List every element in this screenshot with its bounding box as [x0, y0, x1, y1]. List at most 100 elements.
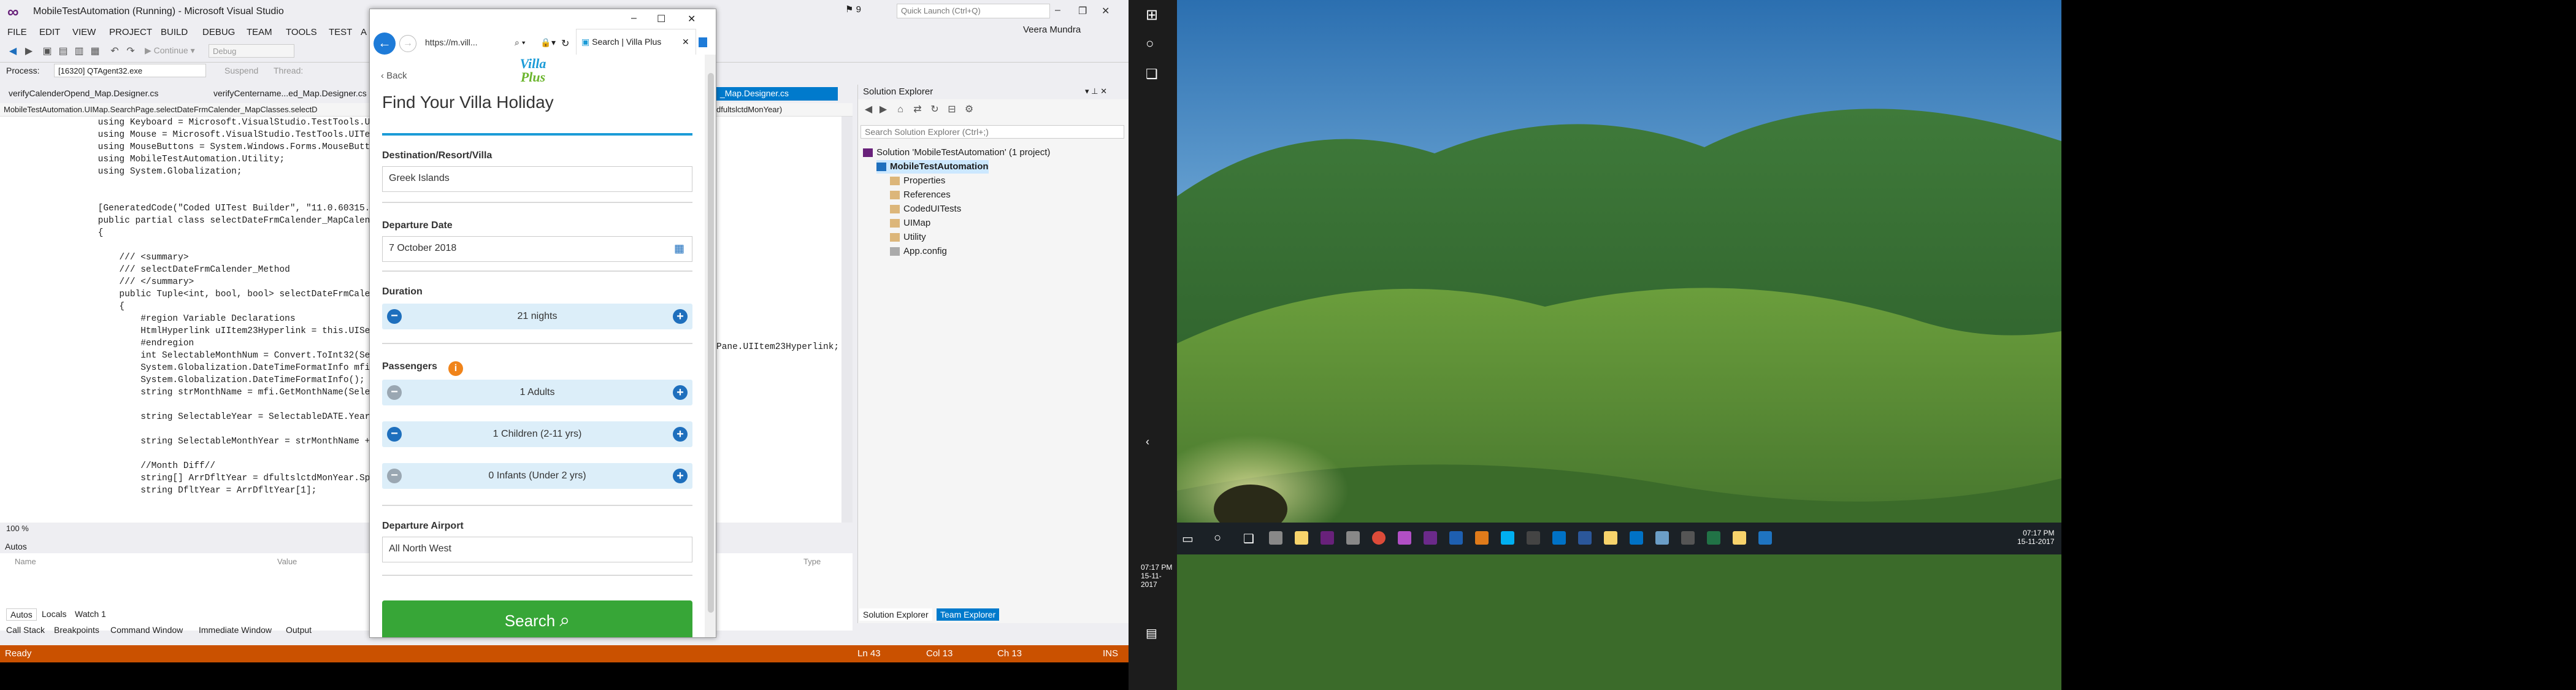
tree-item[interactable]: App.config [890, 245, 947, 258]
show-hidden-icons-icon[interactable]: ‹ [1146, 435, 1149, 448]
col-name[interactable]: Name [15, 557, 36, 566]
pin-icon[interactable]: ▾ ⊥ ✕ [1085, 86, 1107, 96]
taskbar-app-3-icon[interactable] [1398, 531, 1411, 545]
browser-minimize-icon[interactable]: – [631, 13, 637, 24]
page-scrollbar[interactable] [705, 55, 716, 637]
refresh-icon[interactable]: ↻ [561, 37, 569, 50]
browser-close-icon[interactable]: ✕ [688, 13, 696, 25]
tab-call-stack[interactable]: Call Stack [2, 624, 48, 635]
start-windows-icon[interactable]: ⊞ [1146, 6, 1158, 24]
configuration-dropdown[interactable]: Debug [209, 44, 294, 58]
browser-back-icon[interactable]: ← [374, 33, 396, 55]
tab-autos[interactable]: Autos [6, 608, 37, 621]
calendar-icon[interactable]: ▦ [674, 242, 684, 255]
clock-small[interactable]: 07:17 PM 15-11-2017 [1141, 563, 1177, 589]
children-stepper[interactable]: 1 Children (2-11 yrs) − + [382, 421, 692, 447]
new-tab-icon[interactable] [699, 37, 707, 47]
tree-item[interactable]: UIMap [890, 217, 930, 230]
menu-project[interactable]: PROJECT [109, 27, 152, 37]
airport-input[interactable]: All North West [382, 537, 692, 562]
sync-icon[interactable]: ⇄ [911, 103, 924, 117]
taskbar-word-icon[interactable] [1578, 531, 1592, 545]
taskbar-visual-studio-icon[interactable] [1321, 531, 1334, 545]
task-view-icon[interactable]: ❑ [1146, 66, 1158, 82]
adults-plus-button[interactable]: + [673, 385, 688, 400]
tree-item[interactable]: CodedUITests [890, 202, 961, 216]
tree-item[interactable]: Utility [890, 231, 926, 244]
tab-verify-centername[interactable]: verifyCentername...ed_Map.Designer.cs [209, 87, 372, 101]
taskbar-app-9-icon[interactable] [1655, 531, 1669, 545]
taskbar-skype-icon[interactable] [1501, 531, 1514, 545]
menu-architecture[interactable]: A [361, 27, 367, 37]
nav-forward-icon[interactable]: ▶ [22, 45, 36, 58]
taskbar-app-5-icon[interactable] [1449, 531, 1463, 545]
menu-debug[interactable]: DEBUG [202, 27, 235, 37]
taskbar-app-6-icon[interactable] [1475, 531, 1489, 545]
menu-test[interactable]: TEST [329, 27, 352, 37]
menu-edit[interactable]: EDIT [39, 27, 60, 37]
refresh-icon[interactable]: ↻ [928, 103, 941, 117]
infants-minus-button[interactable]: − [387, 469, 402, 483]
redo-icon[interactable]: ↷ [124, 45, 137, 58]
tab-output[interactable]: Output [282, 624, 315, 635]
browser-maximize-icon[interactable]: ☐ [657, 13, 665, 25]
search-button[interactable]: Search ⌕ [382, 600, 692, 637]
tab-close-icon[interactable]: ✕ [682, 37, 689, 47]
tree-item[interactable]: Properties [890, 174, 945, 188]
properties-icon[interactable]: ⚙ [962, 103, 976, 117]
tree-item[interactable]: MobileTestAutomation [876, 160, 989, 174]
taskbar-folder-icon[interactable] [1295, 531, 1308, 545]
adults-stepper[interactable]: 1 Adults − + [382, 380, 692, 405]
taskbar-folder-2-icon[interactable] [1604, 531, 1617, 545]
taskbar-app-8-icon[interactable] [1630, 531, 1643, 545]
taskbar-app-1-icon[interactable] [1269, 531, 1282, 545]
tab-immediate-window[interactable]: Immediate Window [195, 624, 275, 635]
scrollbar-thumb[interactable] [708, 73, 714, 613]
children-minus-button[interactable]: − [387, 427, 402, 442]
duration-stepper[interactable]: 21 nights − + [382, 304, 692, 329]
certificate-dropdown-icon[interactable]: ▾ [551, 37, 556, 48]
back-icon[interactable]: ◀ [862, 103, 875, 117]
destination-input[interactable]: Greek Islands [382, 166, 692, 192]
menu-team[interactable]: TEAM [247, 27, 272, 37]
tab-verify-calender[interactable]: verifyCalenderOpend_Map.Designer.cs [4, 87, 163, 101]
clock[interactable]: 07:17 PM 15-11-2017 [2017, 529, 2055, 546]
restore-icon[interactable]: ❐ [1078, 5, 1087, 17]
new-project-icon[interactable]: ▣ [40, 45, 54, 58]
adults-minus-button[interactable]: − [387, 385, 402, 400]
undo-icon[interactable]: ↶ [108, 45, 121, 58]
taskbar-app-4-icon[interactable] [1424, 531, 1437, 545]
taskbar-app-2-icon[interactable] [1346, 531, 1360, 545]
tab-locals[interactable]: Locals [38, 608, 70, 619]
taskbar-chrome-icon[interactable] [1372, 531, 1386, 545]
quick-launch-input[interactable]: Quick Launch (Ctrl+Q) [897, 4, 1050, 18]
browser-tab[interactable]: ▣ Search | Villa Plus ✕ [576, 29, 696, 55]
menu-build[interactable]: BUILD [161, 27, 188, 37]
process-dropdown[interactable]: [16320] QTAgent32.exe [54, 64, 206, 77]
tab-active-designer[interactable]: _Map.Designer.cs [715, 87, 838, 101]
editor-scrollbar[interactable] [841, 117, 853, 523]
children-plus-button[interactable]: + [673, 427, 688, 442]
cortana-icon[interactable]: ○ [1146, 36, 1154, 52]
browser-forward-icon[interactable]: → [399, 35, 416, 52]
forward-icon[interactable]: ▶ [876, 103, 890, 117]
action-center-icon[interactable]: ▤ [1146, 626, 1157, 641]
nav-back-icon[interactable]: ◀ [6, 45, 20, 58]
continue-button[interactable]: ▶ Continue ▾ [145, 45, 195, 56]
lock-icon[interactable]: 🔒 [540, 37, 551, 48]
menu-file[interactable]: FILE [7, 27, 27, 37]
search-icon-addr[interactable]: ⌕ ▾ [515, 37, 526, 48]
taskbar-folder-3-icon[interactable] [1733, 531, 1746, 545]
taskbar-app-10-icon[interactable] [1681, 531, 1695, 545]
col-value[interactable]: Value [277, 557, 297, 566]
search-icon[interactable]: ○ [1214, 531, 1221, 545]
save-icon[interactable]: ▥ [72, 45, 86, 58]
notification-flag-icon[interactable]: ⚑ 9 [845, 4, 861, 15]
close-icon[interactable]: ✕ [1102, 5, 1110, 17]
villa-plus-logo[interactable]: Villa Plus [515, 57, 551, 91]
tree-item[interactable]: Solution 'MobileTestAutomation' (1 proje… [863, 146, 1050, 159]
zoom-level[interactable]: 100 % [6, 524, 29, 533]
task-view-icon-2[interactable]: ❑ [1243, 531, 1254, 546]
duration-plus-button[interactable]: + [673, 309, 688, 324]
open-file-icon[interactable]: ▤ [56, 45, 70, 58]
